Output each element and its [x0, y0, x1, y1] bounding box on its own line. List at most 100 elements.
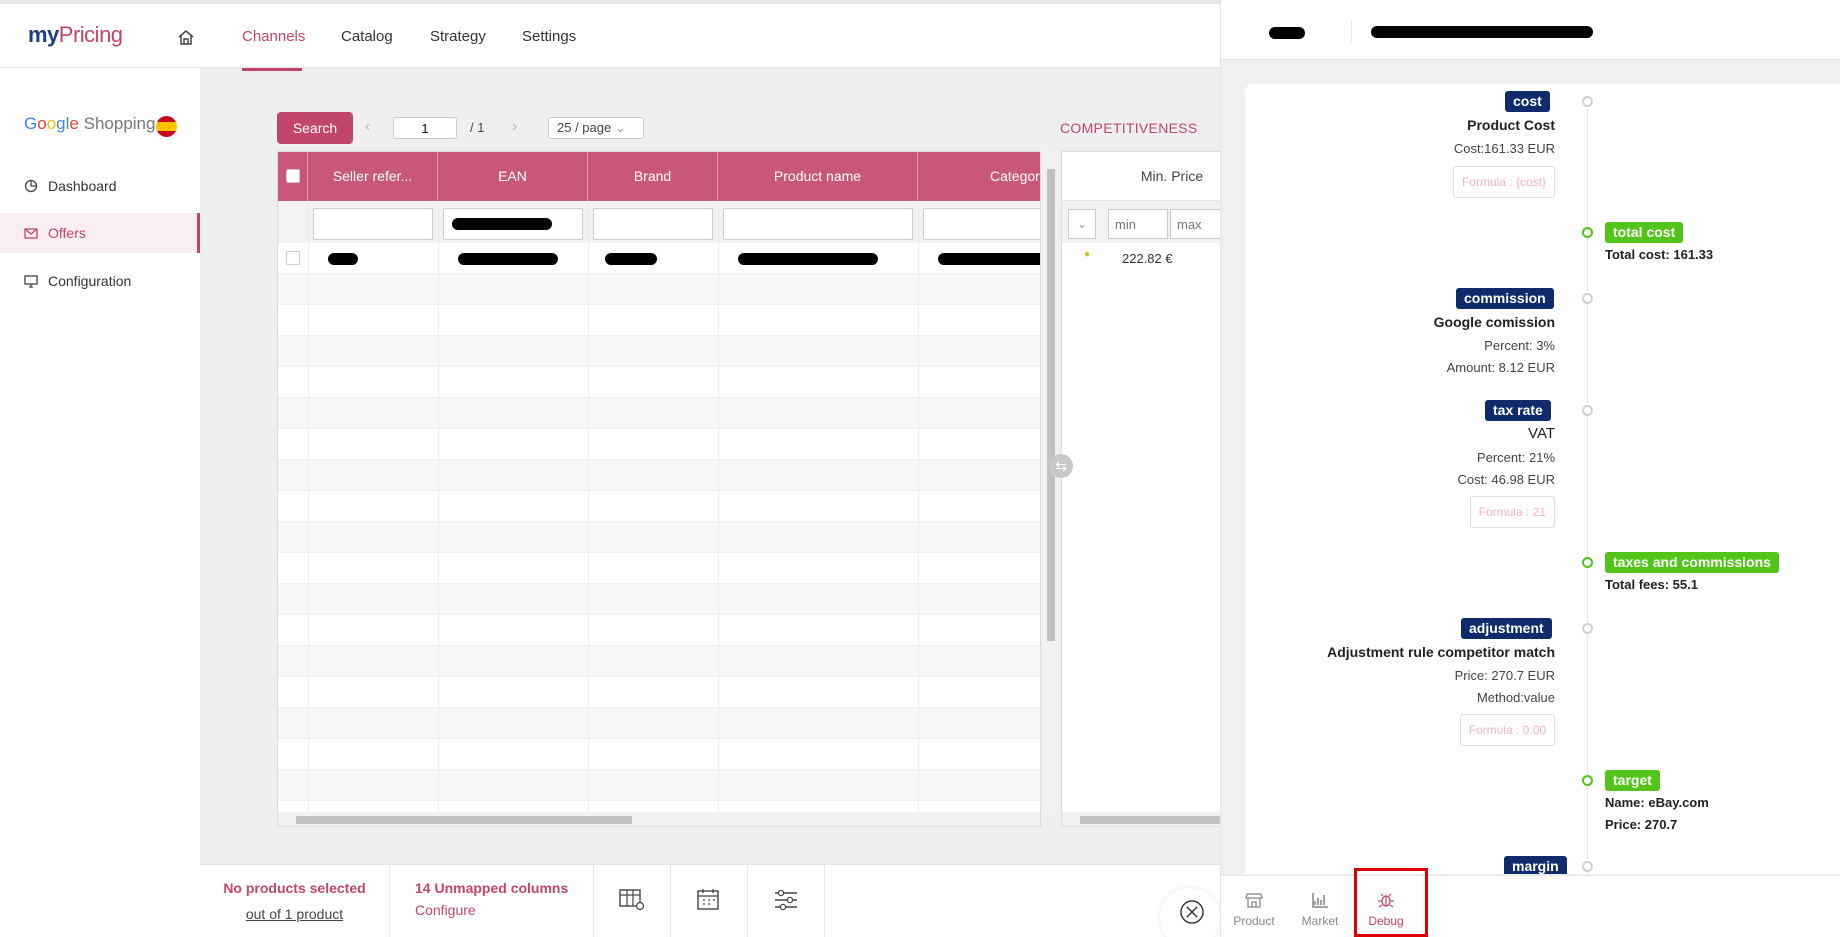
- table-row: [278, 398, 1040, 429]
- sidebar-item-dashboard[interactable]: Dashboard: [0, 166, 200, 206]
- competitiveness-label: COMPETITIVENESS: [1060, 120, 1198, 136]
- table-header: Seller refer... EAN Brand Product name C…: [278, 152, 1040, 201]
- commission-amount: Amount: 8.12 EUR: [1446, 360, 1555, 375]
- tag-margin: margin: [1504, 856, 1567, 874]
- tab-channels[interactable]: Channels: [242, 28, 305, 45]
- scroll-thumb[interactable]: [1080, 816, 1220, 824]
- horizontal-scrollbar[interactable]: [278, 812, 1040, 826]
- formula-adjustment[interactable]: Formula : 0.00: [1459, 714, 1555, 746]
- table-row: [278, 491, 1040, 522]
- col-brand[interactable]: Brand: [588, 152, 718, 201]
- table-row: [278, 274, 1040, 305]
- cost-value: Cost:161.33 EUR: [1453, 141, 1555, 156]
- filter-ean[interactable]: [443, 208, 583, 240]
- search-button[interactable]: Search: [277, 112, 353, 144]
- tag-taxes-commissions: taxes and commissions: [1605, 552, 1779, 573]
- tax-cost: Cost: 46.98 EUR: [1457, 472, 1555, 487]
- column-divider: [588, 201, 589, 812]
- calendar-button[interactable]: [671, 865, 748, 937]
- max-price-input[interactable]: [1170, 209, 1220, 239]
- filter-seller-reference[interactable]: [313, 208, 433, 240]
- tag-tax-rate: tax rate: [1485, 400, 1551, 421]
- tax-percent: Percent: 21%: [1476, 450, 1555, 465]
- sliders-icon: [775, 889, 797, 911]
- configure-link[interactable]: Configure: [415, 902, 593, 918]
- panel-tabs: Product Market Debug: [1221, 875, 1840, 937]
- redacted-text: [1269, 27, 1305, 39]
- col-ean[interactable]: EAN: [438, 152, 588, 201]
- table-row: [278, 429, 1040, 460]
- home-icon[interactable]: [176, 28, 196, 48]
- total-products-link[interactable]: out of 1 product: [200, 906, 389, 922]
- table-row: [278, 677, 1040, 708]
- col-seller-reference[interactable]: Seller refer...: [308, 152, 438, 201]
- timeline-dot: [1582, 775, 1593, 786]
- table-row: [278, 615, 1040, 646]
- scroll-thumb[interactable]: [1047, 169, 1055, 641]
- next-page-icon[interactable]: ›: [512, 118, 517, 136]
- redacted-text: [738, 253, 878, 265]
- column-divider: [308, 201, 309, 812]
- app-logo[interactable]: myPricing: [28, 22, 123, 48]
- filters-button[interactable]: [748, 865, 825, 937]
- table-row[interactable]: [278, 243, 1040, 274]
- tab-settings[interactable]: Settings: [522, 28, 576, 45]
- channel-logo: Google Shopping: [24, 114, 156, 133]
- table-row: [278, 584, 1040, 615]
- table-row[interactable]: ● 222.82 €: [1062, 243, 1220, 274]
- table-row: [278, 336, 1040, 367]
- horizontal-scrollbar[interactable]: [1062, 812, 1220, 826]
- tax-title: VAT: [1528, 425, 1555, 442]
- col-product-name[interactable]: Product name: [718, 152, 918, 201]
- formula-cost[interactable]: Formula : {cost}: [1452, 166, 1555, 198]
- close-icon: [1180, 900, 1204, 924]
- sidebar-item-label: Dashboard: [48, 178, 117, 194]
- target-price: Price: 270.7: [1605, 817, 1678, 832]
- filter-product-name[interactable]: [723, 208, 913, 240]
- row-checkbox[interactable]: [286, 251, 300, 265]
- total-cost-value: Total cost: 161.33: [1605, 247, 1714, 262]
- filter-dropdown[interactable]: ⌄: [1068, 209, 1096, 239]
- select-all-checkbox[interactable]: [286, 169, 300, 183]
- col-min-price[interactable]: Min. Price: [1102, 152, 1220, 201]
- chevron-down-icon: ⌄: [614, 120, 626, 135]
- tab-catalog[interactable]: Catalog: [341, 28, 393, 45]
- scroll-thumb[interactable]: [296, 816, 632, 824]
- timeline-dot: [1582, 861, 1593, 872]
- formula-tax[interactable]: Formula : 21: [1469, 496, 1555, 528]
- page-size-select[interactable]: 25 / page ⌄: [548, 117, 644, 139]
- sidebar-item-configuration[interactable]: Configuration: [0, 261, 200, 301]
- table-row: [278, 708, 1040, 739]
- sidebar-item-offers[interactable]: Offers: [0, 213, 200, 253]
- redacted-text: [938, 253, 1040, 265]
- min-price-value: 222.82 €: [1122, 251, 1173, 266]
- tab-market[interactable]: Market: [1287, 876, 1353, 937]
- unmapped-columns: 14 Unmapped columns: [415, 880, 569, 896]
- debug-tab-highlight: [1354, 868, 1428, 937]
- filter-brand[interactable]: [593, 208, 713, 240]
- tag-target: target: [1605, 770, 1660, 791]
- tab-product[interactable]: Product: [1221, 876, 1287, 937]
- min-price-input[interactable]: [1108, 209, 1168, 239]
- tab-label: Product: [1233, 914, 1275, 928]
- adjustment-price: Price: 270.7 EUR: [1454, 668, 1555, 683]
- debug-panel: cost Product Cost Cost:161.33 EUR Formul…: [1220, 0, 1840, 937]
- timeline-dot: [1582, 623, 1593, 634]
- table-row: [278, 460, 1040, 491]
- tab-strategy[interactable]: Strategy: [430, 28, 486, 45]
- prev-page-icon[interactable]: ‹: [365, 118, 370, 136]
- timeline-dot: [1582, 293, 1593, 304]
- page-number-input[interactable]: [393, 117, 457, 139]
- drag-handle-icon[interactable]: ⇆: [1049, 454, 1073, 478]
- redacted-text: [452, 218, 552, 230]
- timeline-dot: [1582, 405, 1593, 416]
- cost-title: Product Cost: [1467, 117, 1555, 133]
- col-category[interactable]: Category: [918, 152, 1040, 201]
- redacted-text: [328, 253, 358, 265]
- adjustment-title: Adjustment rule competitor match: [1327, 644, 1555, 660]
- filter-category[interactable]: [923, 208, 1040, 240]
- vertical-scrollbar[interactable]: [1043, 151, 1058, 811]
- columns-button[interactable]: [594, 865, 671, 937]
- monitor-icon: [24, 275, 38, 288]
- unmapped-summary: 14 Unmapped columns Configure: [390, 865, 594, 937]
